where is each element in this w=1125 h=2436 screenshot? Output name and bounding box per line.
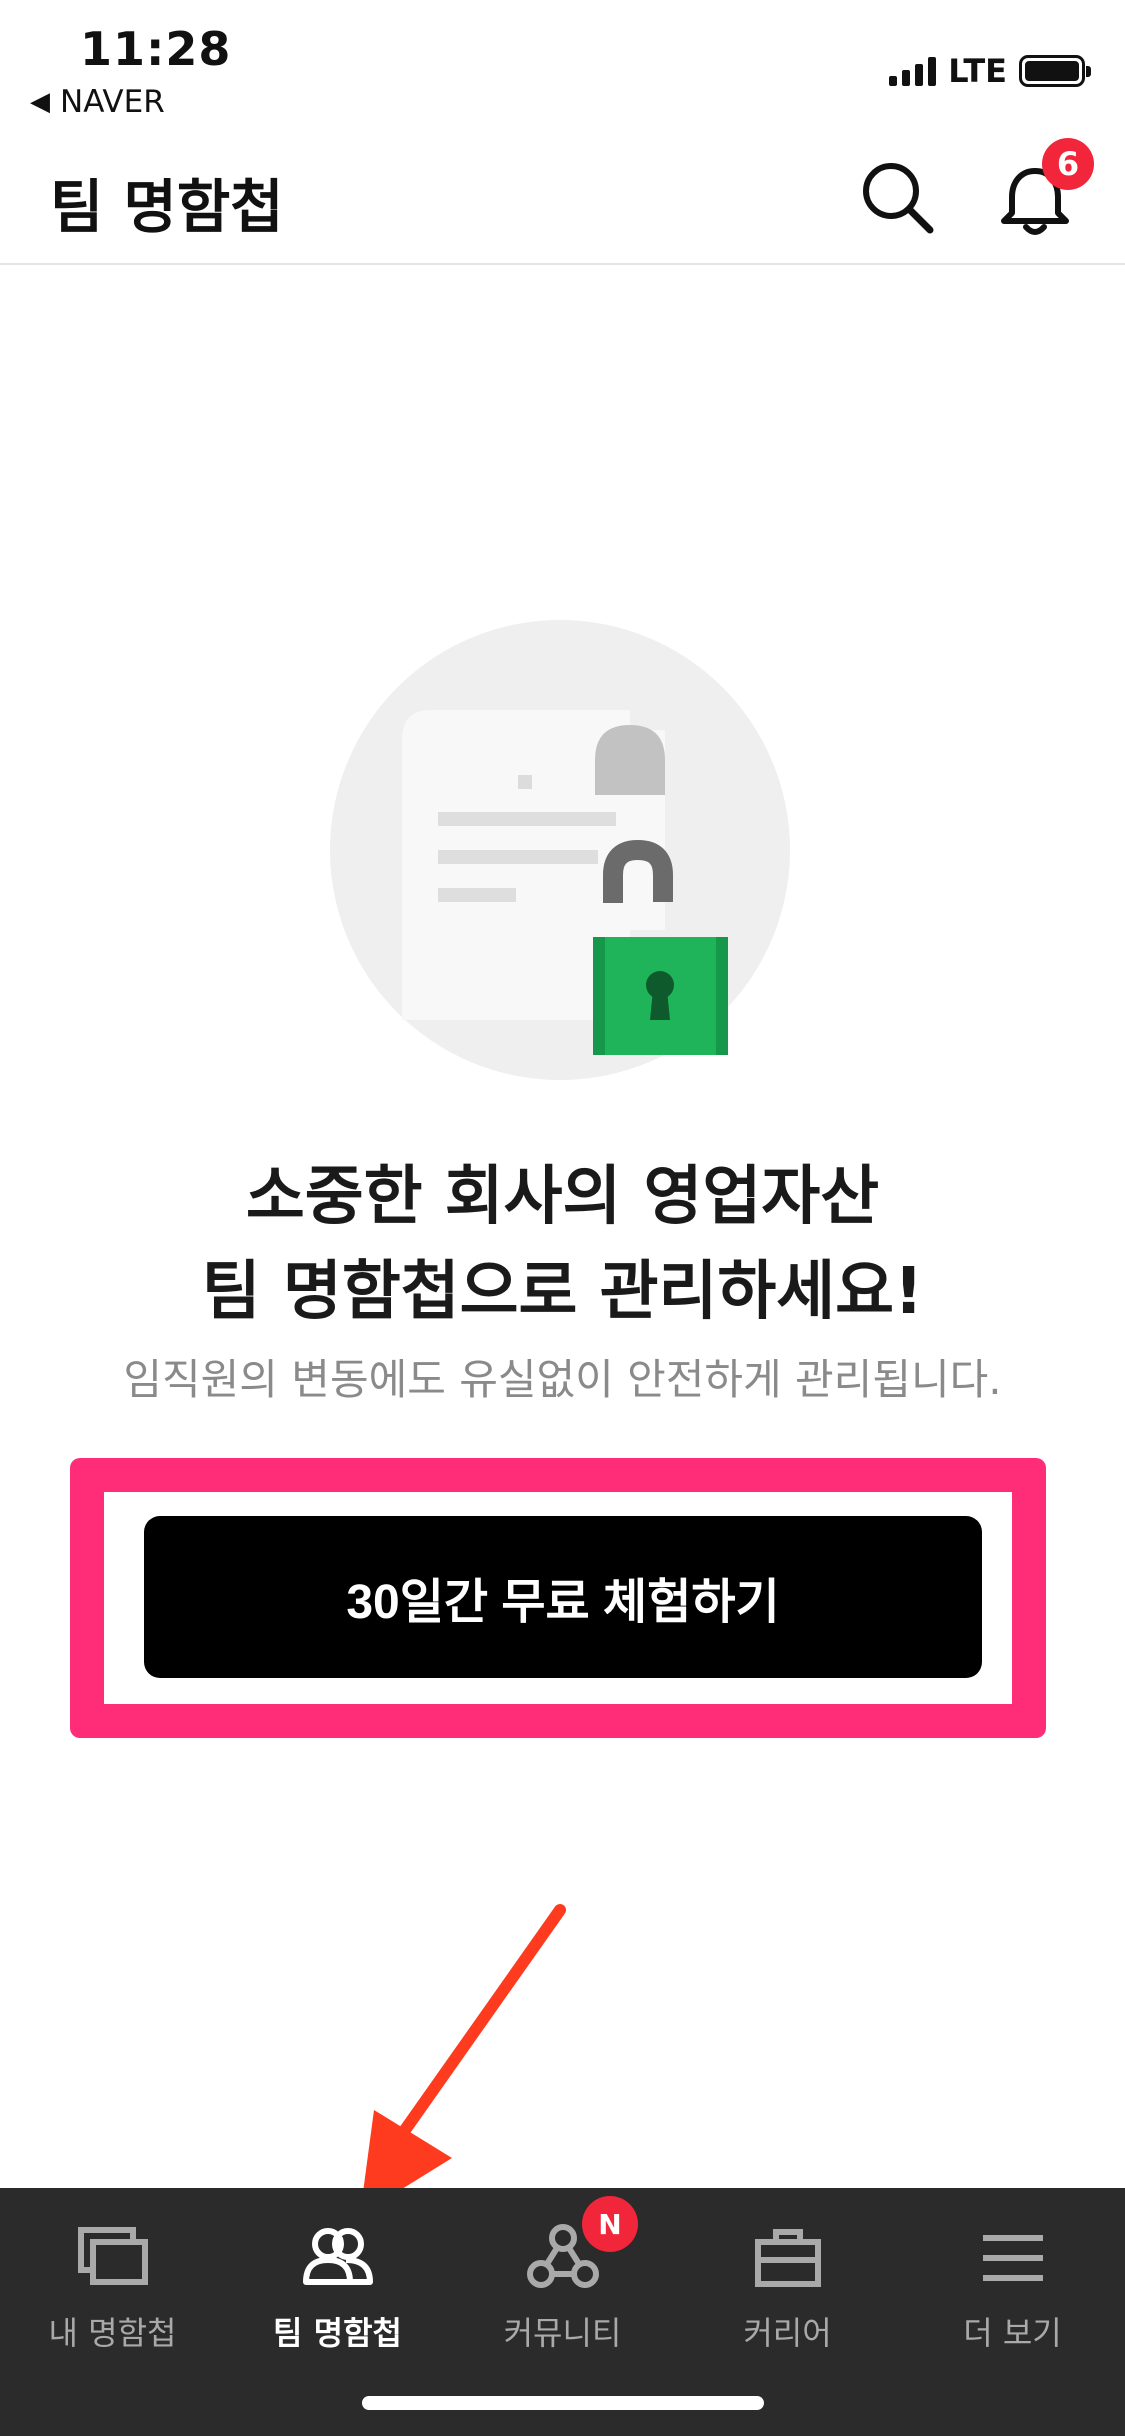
tab-my-cards[interactable]: 내 명함첩	[0, 2188, 225, 2388]
search-icon	[863, 163, 934, 234]
page-title: 팀 명함첩	[50, 173, 284, 241]
menu-icon	[982, 2235, 1043, 2281]
tab-label-my-cards: 내 명함첩	[48, 2314, 177, 2352]
free-trial-button[interactable]: 30일간 무료 체험하기	[144, 1516, 982, 1678]
tab-label-community: 커뮤니티	[503, 2314, 622, 2352]
tab-more[interactable]: 더 보기	[900, 2188, 1125, 2388]
status-bar: 11:28 ◀ NAVER LTE	[0, 0, 1125, 130]
document-lock-illustration	[330, 620, 790, 1080]
back-to-app-link[interactable]: ◀ NAVER	[30, 84, 165, 120]
search-button[interactable]	[855, 155, 939, 239]
network-type: LTE	[948, 52, 1007, 90]
community-new-badge: N	[582, 2196, 638, 2252]
back-triangle-icon: ◀	[30, 87, 50, 117]
headline-line-1: 소중한 회사의 영업자산	[245, 1160, 880, 1234]
app-header: 팀 명함첩	[0, 130, 1125, 265]
subtext: 임직원의 변동에도 유실없이 안전하게 관리됩니다.	[123, 1355, 1002, 1404]
cards-icon	[77, 2227, 148, 2285]
signal-icon	[889, 56, 937, 86]
tab-label-career: 커리어	[743, 2314, 832, 2352]
notification-count-badge: 6	[1042, 138, 1094, 190]
home-indicator[interactable]	[362, 2396, 764, 2410]
tab-community[interactable]: 커뮤니티	[450, 2188, 675, 2388]
team-icon	[302, 2228, 373, 2285]
tab-team-cards[interactable]: 팀 명함첩	[225, 2188, 450, 2388]
tab-career[interactable]: 커리어	[675, 2188, 900, 2388]
tab-label-more: 더 보기	[963, 2314, 1062, 2352]
headline-line-2: 팀 명함첩으로 관리하세요!	[201, 1255, 924, 1329]
battery-icon	[1019, 55, 1091, 87]
back-app-label: NAVER	[60, 84, 165, 120]
status-indicators: LTE	[889, 52, 1091, 90]
tab-label-team-cards: 팀 명함첩	[273, 2314, 402, 2352]
status-time: 11:28	[80, 22, 232, 76]
briefcase-icon	[754, 2229, 821, 2287]
